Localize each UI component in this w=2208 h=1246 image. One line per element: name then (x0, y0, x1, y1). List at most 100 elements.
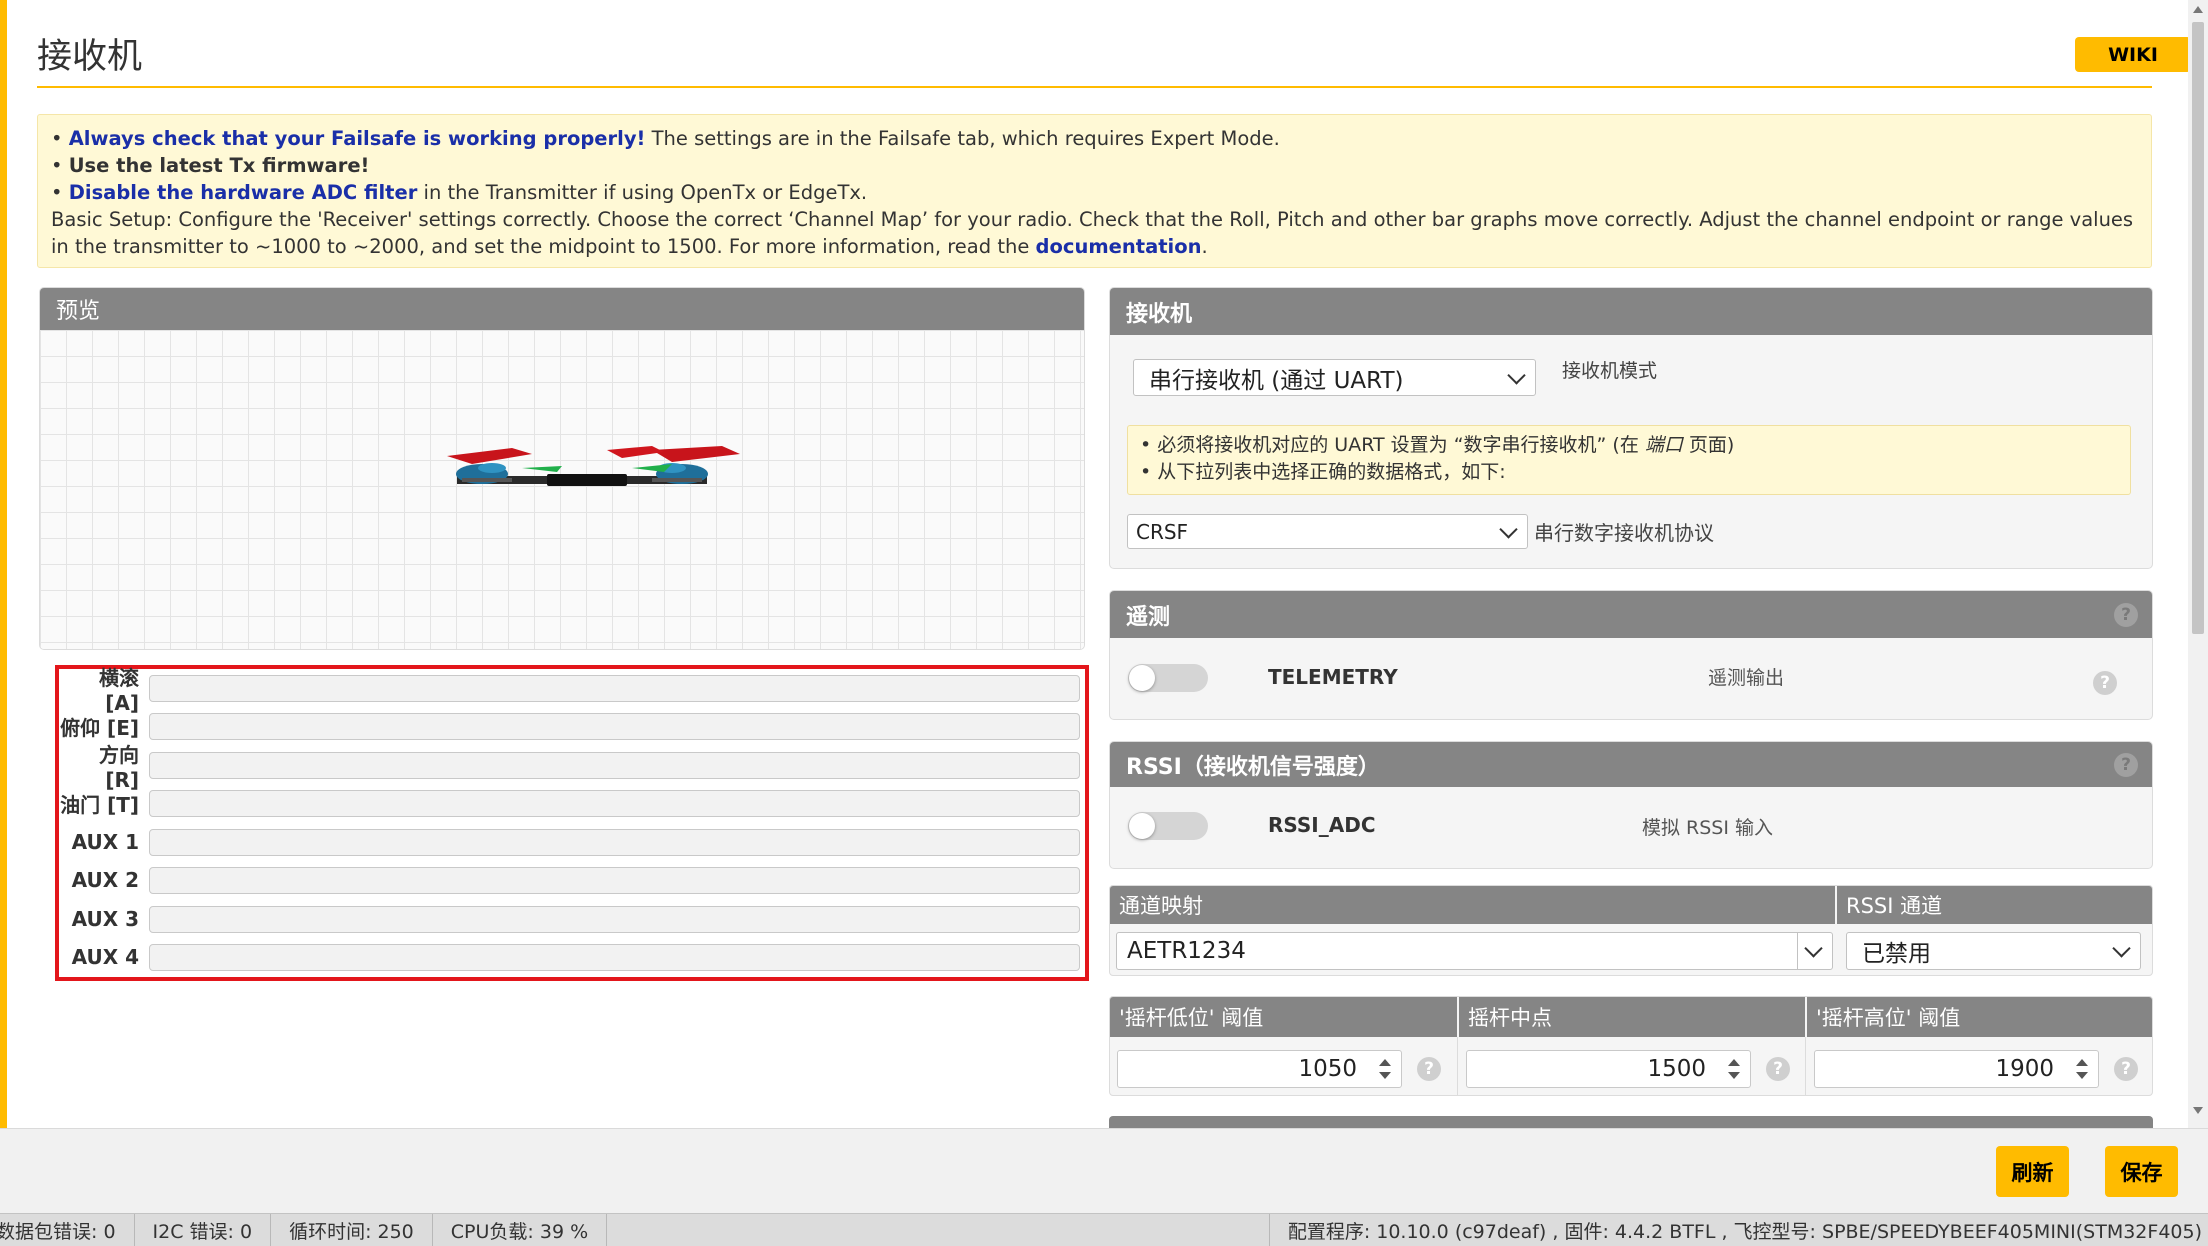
documentation-link[interactable]: documentation (1036, 235, 1202, 258)
adc-filter-link[interactable]: Disable the hardware ADC filter (69, 181, 418, 204)
channel-map-input[interactable]: AETR1234 (1116, 932, 1833, 970)
channel-label: AUX 4 (71, 945, 139, 969)
channel-map-header: 通道映射 (1110, 886, 1835, 924)
stick-low-label: '摇杆低位' 阈值 (1119, 1006, 1264, 1030)
help-icon[interactable]: ? (2114, 1057, 2138, 1081)
channel-map-table: 通道映射 RSSI 通道 AETR1234 已禁用 (1109, 885, 2153, 976)
telemetry-description: 遥测输出 (1708, 667, 1785, 689)
receiver-mode-select[interactable]: 串行接收机 (通过 UART) (1133, 359, 1536, 396)
channel-bars-highlight: 横滚 [A] 俯仰 [E] 方向 [R] 油门 [T] AUX 1 AUX 2 … (55, 665, 1089, 981)
rssi-channel-select[interactable]: 已禁用 (1846, 932, 2141, 970)
stick-high-label: '摇杆高位' 阈值 (1816, 1006, 1961, 1030)
channel-label: 俯仰 [E] (60, 715, 139, 740)
stick-center-input[interactable]: 1500 (1466, 1050, 1751, 1088)
uart-info-box: • 必须将接收机对应的 UART 设置为 “数字串行接收机” (在 端口 页面)… (1127, 425, 2131, 495)
channel-label: 油门 [T] (60, 792, 139, 817)
channel-bar (149, 866, 1080, 894)
rssi-channel-header: RSSI 通道 (1837, 886, 2152, 924)
rssi-channel-value: 已禁用 (1862, 941, 1931, 967)
scrollbar[interactable] (2188, 0, 2208, 1128)
save-button[interactable]: 保存 (2105, 1146, 2178, 1197)
chevron-down-icon (1499, 519, 1518, 539)
channel-row-aux3: AUX 3 (59, 900, 1085, 938)
channel-map-value: AETR1234 (1127, 938, 1246, 964)
channel-bar (149, 789, 1080, 817)
ports-link[interactable]: 端口 (1645, 434, 1683, 456)
status-cycle-time: 循环时间: 250 (271, 1214, 433, 1246)
accent-strip (0, 0, 7, 1128)
failsafe-link[interactable]: Always check that your Failsafe is worki… (69, 127, 646, 150)
notice-text: in the Transmitter if using OpenTx or Ed… (417, 181, 868, 204)
rssi-panel: RSSI（接收机信号强度） ? RSSI_ADC 模拟 RSSI 输入 (1109, 741, 2153, 869)
chevron-down-icon (1804, 939, 1823, 958)
notice-text: The settings are in the Failsafe tab, wh… (645, 127, 1280, 150)
channel-bar (149, 712, 1080, 740)
page-title: 接收机 (37, 37, 143, 77)
rssi-toggle[interactable] (1128, 812, 1208, 840)
column-divider (1805, 1037, 1806, 1095)
spinner-icon[interactable] (1379, 1057, 1391, 1081)
channel-bar (149, 905, 1080, 933)
help-icon[interactable]: ? (2093, 671, 2117, 695)
uart-info-text: • 必须将接收机对应的 UART 设置为 “数字串行接收机” (在 (1140, 434, 1645, 456)
quadcopter-model (447, 446, 740, 486)
stick-low-header: '摇杆低位' 阈值 (1110, 997, 1457, 1037)
channel-bar (149, 828, 1080, 856)
model-preview-canvas (40, 330, 1084, 649)
channel-bar (149, 943, 1080, 971)
title-divider (37, 86, 2152, 88)
chevron-down-icon (1507, 365, 1526, 385)
column-divider (1457, 1037, 1458, 1095)
rssi-title: RSSI（接收机信号强度） (1126, 754, 1380, 780)
preview-panel: 预览 (39, 287, 1085, 650)
channel-row-yaw: 方向 [R] (59, 743, 1085, 792)
help-icon[interactable]: ? (2114, 753, 2138, 777)
status-i2c-errors: I2C 错误: 0 (135, 1214, 272, 1246)
wiki-button[interactable]: WIKI (2075, 37, 2191, 72)
refresh-button[interactable]: 刷新 (1996, 1146, 2069, 1197)
action-bar: 刷新 保存 (0, 1128, 2208, 1213)
protocol-label: 串行数字接收机协议 (1534, 521, 1714, 545)
help-icon[interactable]: ? (1417, 1057, 1441, 1081)
channel-row-pitch: 俯仰 [E] (59, 707, 1085, 745)
rssi-header: RSSI（接收机信号强度） (1110, 742, 2152, 787)
status-packet-errors: 数据包错误: 0 (0, 1214, 135, 1246)
stick-center-label: 摇杆中点 (1468, 1006, 1552, 1030)
spinner-icon[interactable] (2076, 1057, 2088, 1081)
channel-row-aux1: AUX 1 (59, 823, 1085, 861)
telemetry-toggle[interactable] (1128, 664, 1208, 692)
channel-label: AUX 3 (71, 907, 139, 931)
scroll-up-icon[interactable] (2193, 6, 2203, 13)
stick-high-input[interactable]: 1900 (1814, 1050, 2099, 1088)
status-bar: 数据包错误: 0 I2C 错误: 0 循环时间: 250 CPU负载: 39 %… (0, 1213, 2208, 1246)
protocol-select[interactable]: CRSF (1127, 514, 1528, 549)
uart-info-text: 页面) (1682, 434, 1735, 456)
stick-center-value: 1500 (1647, 1056, 1706, 1082)
channel-bar (149, 674, 1080, 702)
stick-low-input[interactable]: 1050 (1117, 1050, 1402, 1088)
spinner-icon[interactable] (1728, 1057, 1740, 1081)
protocol-value: CRSF (1136, 519, 1189, 544)
telemetry-title: 遥测 (1126, 604, 1171, 630)
status-cpu-load: CPU负载: 39 % (433, 1214, 608, 1246)
receiver-panel: 接收机 串行接收机 (通过 UART) 接收机模式 • 必须将接收机对应的 UA… (1109, 287, 2153, 569)
preview-header: 预览 (40, 288, 1084, 330)
help-icon[interactable]: ? (1766, 1057, 1790, 1081)
help-icon[interactable]: ? (2114, 603, 2138, 627)
uart-info-text-2: • 从下拉列表中选择正确的数据格式，如下: (1140, 461, 1506, 483)
channel-map-label: 通道映射 (1119, 894, 1203, 918)
stick-center-header: 摇杆中点 (1459, 997, 1805, 1037)
chevron-down-icon (2112, 939, 2131, 958)
status-config-info: 配置程序: 10.10.0 (c97deaf) , 固件: 4.4.2 BTFL… (1268, 1214, 2208, 1246)
receiver-mode-value: 串行接收机 (通过 UART) (1149, 367, 1404, 394)
preview-title: 预览 (56, 299, 101, 324)
dropdown-divider (1797, 933, 1798, 969)
channel-row-aux4: AUX 4 (59, 938, 1085, 976)
scroll-down-icon[interactable] (2193, 1107, 2203, 1114)
receiver-mode-label: 接收机模式 (1562, 360, 1658, 382)
telemetry-header: 遥测 (1110, 591, 2152, 638)
telemetry-panel: 遥测 ? TELEMETRY 遥测输出 ? (1109, 590, 2153, 720)
scrollbar-thumb[interactable] (2192, 22, 2204, 634)
channel-label: AUX 2 (71, 868, 139, 892)
notice-bold: Use the latest Tx firmware! (68, 154, 370, 177)
